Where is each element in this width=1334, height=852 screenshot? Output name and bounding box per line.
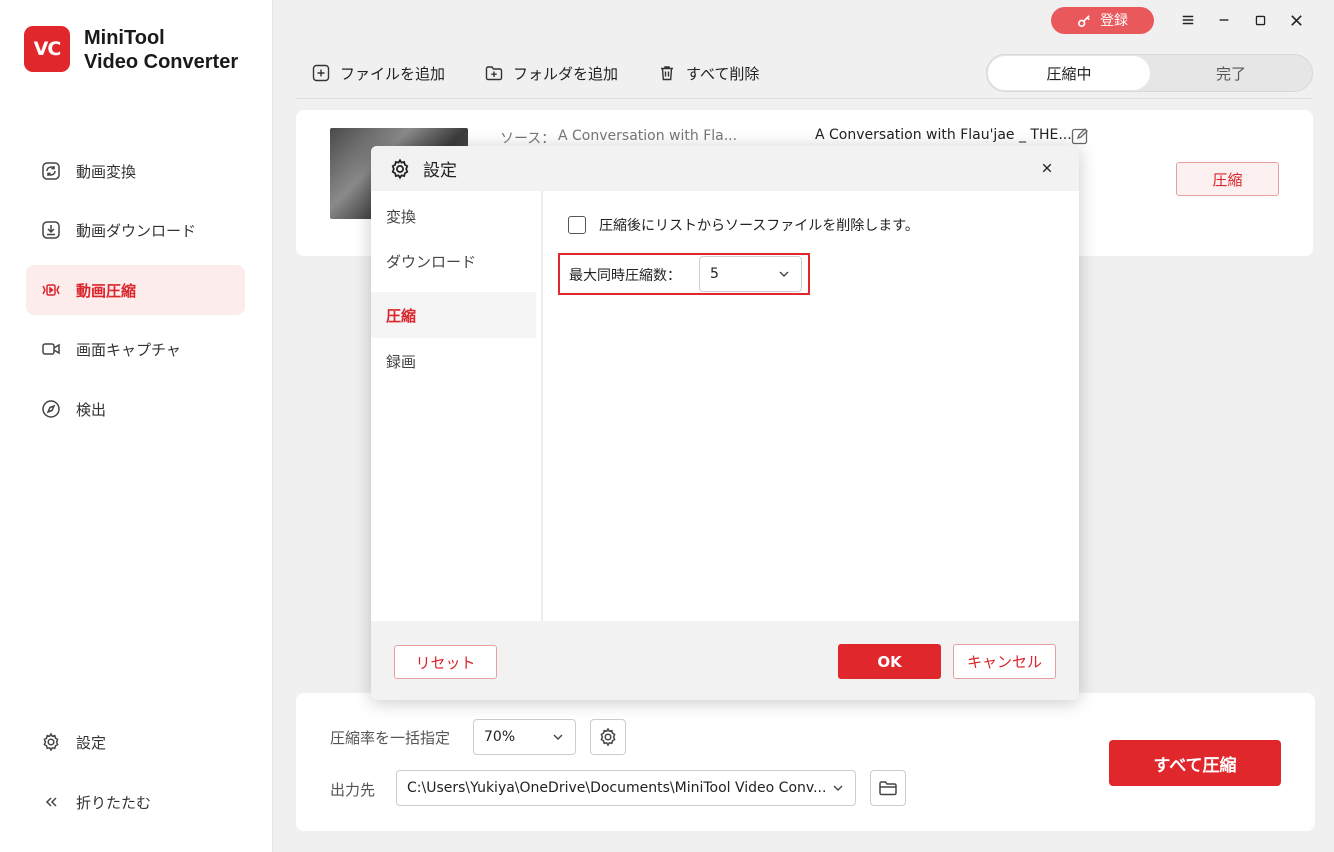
sidebar-item-discover[interactable]: 検出 [26, 384, 245, 434]
maximize-icon[interactable] [1242, 6, 1278, 34]
camera-icon [40, 338, 62, 360]
divider [296, 98, 1313, 99]
sidebar-item-label: 動画変換 [76, 162, 137, 181]
rate-value: 70% [484, 729, 516, 745]
sidebar-item-video-compress[interactable]: 動画圧縮 [26, 265, 245, 315]
add-folder-button[interactable]: フォルダを追加 [485, 63, 618, 84]
source-label: ソース： [500, 131, 556, 147]
sidebar-item-label: 検出 [76, 400, 107, 419]
chevron-down-icon [553, 734, 563, 740]
refresh-icon [40, 160, 62, 182]
cancel-button[interactable]: キャンセル [953, 644, 1056, 679]
output-path-select[interactable]: C:\Users\Yukiya\OneDrive\Documents\MiniT… [396, 770, 856, 806]
sidebar-item-settings[interactable]: 設定 [26, 717, 245, 767]
app-brand: MiniTool Video Converter [84, 26, 238, 74]
add-folder-label: フォルダを追加 [513, 64, 619, 83]
sidebar: VC MiniTool Video Converter 動画変換 動画ダウンロー… [0, 0, 273, 852]
brand-line-1: MiniTool [84, 27, 165, 49]
compress-button[interactable]: 圧縮 [1176, 162, 1279, 196]
compass-icon [40, 398, 62, 420]
tab-download[interactable]: ダウンロード [371, 238, 536, 284]
trash-icon [661, 66, 674, 81]
folder-plus-icon [485, 66, 503, 81]
brand-line-2: Video Converter [84, 51, 239, 73]
sidebar-item-screen-capture[interactable]: 画面キャプチャ [26, 324, 245, 374]
sidebar-item-label: 動画ダウンロード [76, 221, 197, 240]
tab-compress[interactable]: 圧縮 [371, 292, 536, 338]
source-name: A Conversation with Fla... [558, 128, 738, 144]
output-name: A Conversation with Flau'jae _ THE... [815, 127, 1072, 143]
dialog-title: 設定 [423, 161, 457, 181]
compress-icon [40, 279, 62, 301]
sidebar-item-label: 動画圧縮 [76, 281, 137, 300]
tab-compressing[interactable]: 圧縮中 [988, 56, 1150, 90]
close-icon[interactable] [1278, 6, 1314, 34]
add-file-label: ファイルを追加 [340, 64, 446, 83]
add-file-button[interactable]: ファイルを追加 [312, 63, 445, 84]
rate-settings-button[interactable] [590, 719, 626, 755]
dialog-header: 設定 [371, 146, 1079, 191]
status-tabs: 圧縮中 完了 [986, 54, 1313, 92]
gear-icon [40, 731, 62, 753]
dialog-body: 圧縮後にリストからソースファイルを削除します。 最大同時圧縮数： 5 [545, 191, 1079, 621]
rate-label: 圧縮率を一括指定 [330, 729, 451, 747]
register-button[interactable]: 登録 [1051, 6, 1154, 34]
chevron-down-icon [779, 271, 789, 277]
dialog-close-button[interactable] [1041, 156, 1065, 180]
tab-done[interactable]: 完了 [1151, 56, 1311, 90]
sidebar-item-collapse[interactable]: 折りたたむ [26, 777, 245, 827]
tab-convert[interactable]: 変換 [371, 193, 536, 239]
key-icon [1077, 13, 1092, 28]
max-concurrent-select[interactable]: 5 [699, 256, 802, 292]
sidebar-item-video-convert[interactable]: 動画変換 [26, 146, 245, 196]
ok-button[interactable]: OK [838, 644, 941, 679]
output-label: 出力先 [330, 781, 376, 799]
gear-icon [391, 157, 409, 180]
reset-button[interactable]: リセット [394, 645, 497, 679]
sidebar-item-video-download[interactable]: 動画ダウンロード [26, 205, 245, 255]
sidebar-item-label: 設定 [76, 733, 107, 752]
edit-icon[interactable] [1070, 126, 1090, 146]
register-label: 登録 [1100, 13, 1128, 29]
delete-source-checkbox[interactable] [568, 216, 586, 234]
dialog-footer: リセット OK キャンセル [371, 621, 1079, 700]
delete-source-label: 圧縮後にリストからソースファイルを削除します。 [599, 218, 919, 234]
plus-square-icon [312, 64, 330, 82]
bottom-panel: 圧縮率を一括指定 70% 出力先 C:\Users\Yukiya\OneDriv… [296, 693, 1315, 831]
settings-dialog: 設定 変換 ダウンロード 圧縮 録画 圧縮後にリストからソースファイルを削除しま… [371, 146, 1079, 700]
close-icon [1042, 163, 1052, 173]
delete-source-option[interactable]: 圧縮後にリストからソースファイルを削除します。 [568, 215, 919, 235]
max-concurrent-label: 最大同時圧縮数： [569, 268, 681, 284]
max-concurrent-value: 5 [710, 266, 719, 282]
chevron-down-icon [833, 785, 843, 791]
folder-icon [879, 781, 897, 796]
tab-record[interactable]: 録画 [371, 338, 536, 384]
dialog-sidebar: 変換 ダウンロード 圧縮 録画 [371, 191, 543, 621]
toolbar: ファイルを追加 フォルダを追加 すべて削除 [312, 58, 799, 88]
title-bar: 登録 [1051, 6, 1314, 34]
app-logo: VC [24, 26, 70, 72]
rate-select[interactable]: 70% [473, 719, 576, 755]
compress-all-button[interactable]: すべて圧縮 [1109, 740, 1281, 786]
sidebar-item-label: 画面キャプチャ [76, 340, 181, 359]
delete-all-button[interactable]: すべて削除 [658, 63, 759, 84]
minimize-icon[interactable] [1206, 6, 1242, 34]
menu-icon[interactable] [1170, 6, 1206, 34]
gear-icon [600, 727, 616, 747]
browse-folder-button[interactable] [870, 770, 906, 806]
download-icon [40, 219, 62, 241]
collapse-icon [40, 791, 62, 813]
sidebar-item-label: 折りたたむ [76, 793, 152, 812]
delete-all-label: すべて削除 [686, 64, 760, 83]
output-path-value: C:\Users\Yukiya\OneDrive\Documents\MiniT… [407, 780, 827, 796]
